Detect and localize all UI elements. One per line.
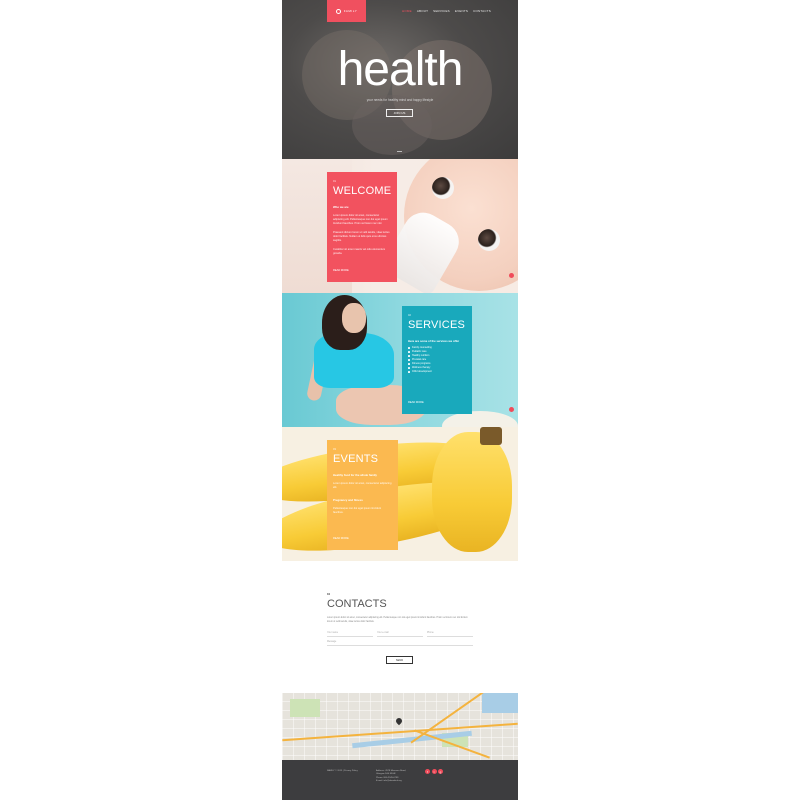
list-item: Child development: [408, 370, 466, 374]
hero-section: FAMILY HOME ABOUT SERVICES EVENTS CONTAC…: [282, 0, 518, 159]
baby-eye: [478, 229, 500, 251]
events-title: EVENTS: [333, 453, 379, 465]
services-read-more-link[interactable]: READ MORE: [408, 401, 424, 404]
services-card: 02 SERVICES Here are some of the service…: [402, 306, 472, 414]
event-title[interactable]: Pregnancy and fitness: [333, 498, 392, 502]
welcome-section: 01 WELCOME Who we are Lorem ipsum dolor …: [282, 159, 518, 293]
contacts-title: CONTACTS: [327, 598, 387, 610]
nav-item-events[interactable]: EVENTS: [455, 9, 468, 13]
page: FAMILY HOME ABOUT SERVICES EVENTS CONTAC…: [282, 0, 518, 800]
banana-image: [432, 432, 512, 552]
event-title[interactable]: Healthy food for the whole family: [333, 473, 392, 477]
name-field[interactable]: Your name: [327, 632, 373, 637]
footer-contact: Address: 4578 Marmora Road, Glasgow D04 …: [376, 770, 406, 784]
slider-indicator[interactable]: [397, 151, 402, 152]
services-intro: Here are some of the services we offer: [408, 339, 460, 343]
facebook-icon[interactable]: f: [425, 769, 430, 774]
services-list: Family counselling Pediatric care Health…: [408, 346, 466, 374]
woman-face-image: [342, 303, 366, 333]
section-number: 02: [408, 314, 411, 317]
services-section: 02 SERVICES Here are some of the service…: [282, 293, 518, 427]
twitter-icon[interactable]: t: [431, 769, 437, 774]
hero-photo-shape: [352, 95, 432, 155]
email-field[interactable]: Your e-mail: [377, 632, 423, 637]
welcome-paragraph: Lorem ipsum dolor sit amet, consectetur …: [333, 214, 388, 225]
footer-copyright: FAMILY © 2015 | Privacy Policy: [327, 770, 358, 772]
contact-form-row: Your name Your e-mail Phone: [327, 632, 473, 637]
join-button[interactable]: JOIN US: [386, 109, 413, 117]
banana-stem: [480, 427, 502, 445]
logo[interactable]: FAMILY: [327, 0, 366, 22]
logo-text: FAMILY: [343, 9, 358, 13]
welcome-card: 01 WELCOME Who we are Lorem ipsum dolor …: [327, 172, 397, 282]
phone-field[interactable]: Phone: [427, 632, 473, 637]
services-title: SERVICES: [408, 319, 466, 331]
welcome-title: WELCOME: [333, 185, 392, 197]
welcome-subtitle: Who we are: [333, 205, 349, 209]
welcome-read-more-link[interactable]: READ MORE: [333, 269, 349, 272]
events-read-more-link[interactable]: READ MORE: [333, 537, 349, 540]
events-section: 03 EVENTS Healthy food for the whole fam…: [282, 427, 518, 561]
event-text: Lorem ipsum dolor sit amet, consectetur …: [333, 482, 392, 489]
map-park: [290, 699, 320, 717]
map[interactable]: [282, 693, 518, 760]
section-number: 01: [333, 180, 336, 183]
send-button[interactable]: SEND: [386, 656, 413, 664]
hero-subtitle: your needs for healthy mind and happy li…: [366, 98, 434, 102]
event-text: Pellentesque non dui eget ipsum tincidun…: [333, 507, 382, 514]
footer-contact-line[interactable]: E-mail: info@demolink.org: [376, 780, 406, 783]
logo-icon: [335, 8, 341, 14]
hero-title: health: [337, 43, 464, 96]
contacts-section: 04 CONTACTS Lorem ipsum dolor sit amet, …: [282, 561, 518, 693]
welcome-paragraph: Curabitur sit amet mauris vel odio eleme…: [333, 248, 386, 255]
section-number: 04: [327, 593, 330, 596]
baby-eye: [432, 177, 454, 199]
main-nav: HOME ABOUT SERVICES EVENTS CONTACTS: [402, 9, 491, 13]
google-plus-icon[interactable]: g: [438, 769, 443, 774]
nav-item-about[interactable]: ABOUT: [417, 9, 428, 13]
events-card: 03 EVENTS Healthy food for the whole fam…: [327, 440, 398, 550]
nav-item-contacts[interactable]: CONTACTS: [473, 9, 491, 13]
message-field[interactable]: Message: [327, 641, 473, 646]
scroll-dot[interactable]: [509, 407, 514, 412]
nav-item-services[interactable]: SERVICES: [433, 9, 450, 13]
nav-item-home[interactable]: HOME: [402, 9, 412, 13]
scroll-dot[interactable]: [509, 273, 514, 278]
social-links: f t g: [425, 769, 443, 774]
map-water: [482, 693, 518, 713]
contacts-text: Lorem ipsum dolor sit amet, consectetur …: [327, 617, 468, 623]
welcome-paragraph: Praesent dictum lorem ut velit iaculis, …: [333, 231, 390, 242]
section-number: 03: [333, 448, 336, 451]
footer: FAMILY © 2015 | Privacy Policy Address: …: [282, 760, 518, 800]
